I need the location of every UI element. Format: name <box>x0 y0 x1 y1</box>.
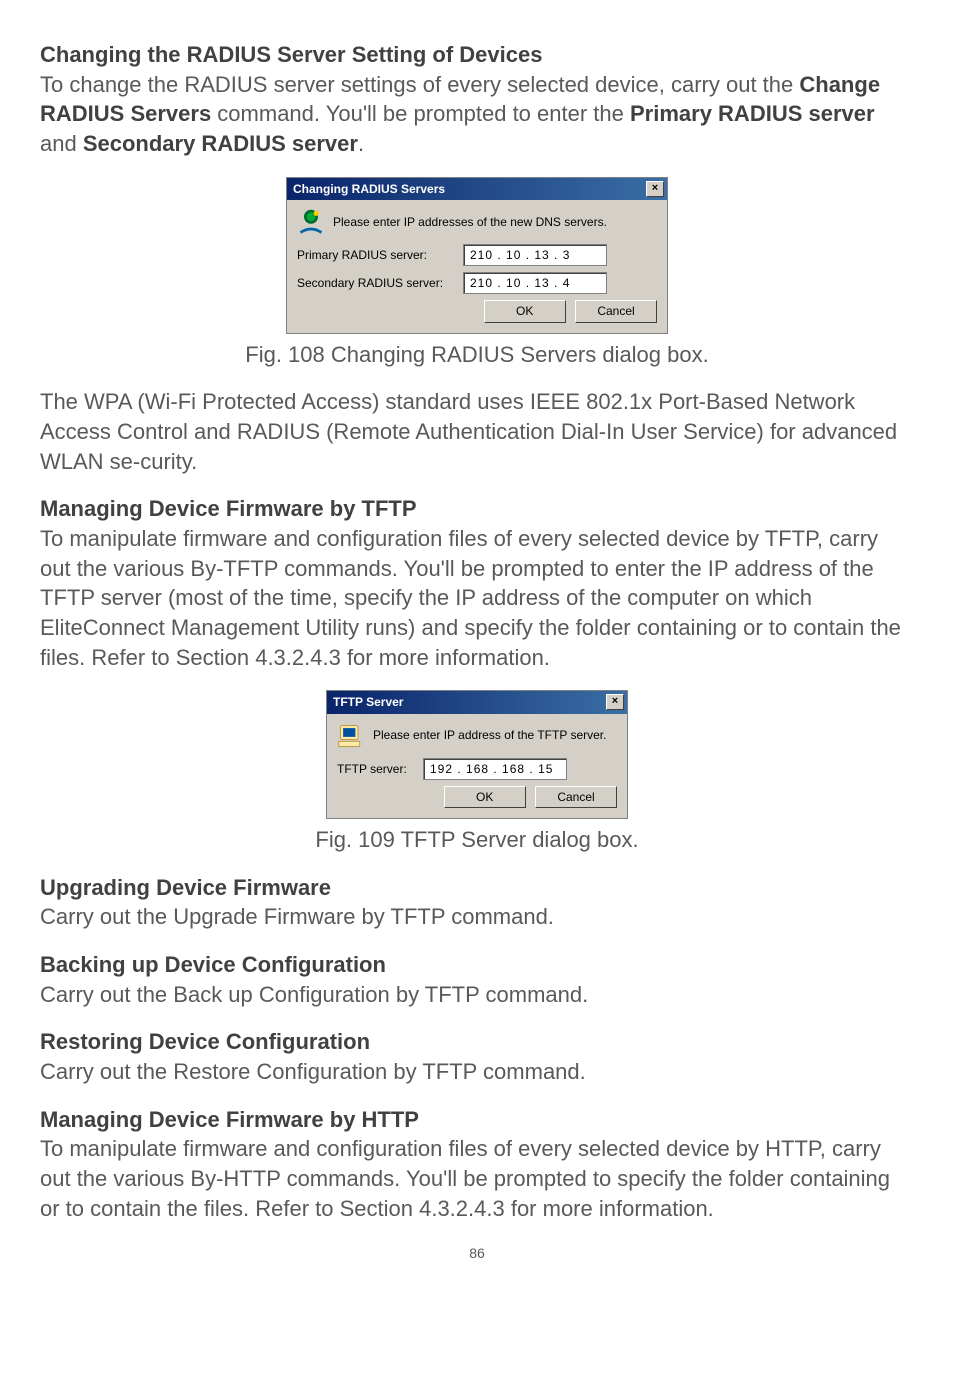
primary-radius-input[interactable]: 210 . 10 . 13 . 3 <box>463 244 607 266</box>
text: command. You'll be prompted to enter the <box>211 101 630 126</box>
secondary-radius-label: Secondary RADIUS server: <box>297 275 463 291</box>
heading-radius: Changing the RADIUS Server Setting of De… <box>40 40 914 70</box>
dialog-prompt-row: Please enter IP address of the TFTP serv… <box>337 722 617 750</box>
cancel-button[interactable]: Cancel <box>575 300 657 322</box>
heading-tftp: Managing Device Firmware by TFTP <box>40 494 914 524</box>
paragraph-http: To manipulate firmware and configuration… <box>40 1134 914 1223</box>
tftp-server-label: TFTP server: <box>337 761 423 777</box>
primary-row: Primary RADIUS server: 210 . 10 . 13 . 3 <box>297 244 657 266</box>
heading-http: Managing Device Firmware by HTTP <box>40 1105 914 1135</box>
dialog-prompt: Please enter IP address of the TFTP serv… <box>373 727 606 743</box>
text: and <box>40 131 83 156</box>
heading-backup: Backing up Device Configuration <box>40 950 914 980</box>
bold-text: Secondary RADIUS server <box>83 131 358 156</box>
text: . <box>358 131 364 156</box>
secondary-radius-input[interactable]: 210 . 10 . 13 . 4 <box>463 272 607 294</box>
figure-caption-109: Fig. 109 TFTP Server dialog box. <box>40 825 914 855</box>
paragraph-upgrade: Carry out the Upgrade Firmware by TFTP c… <box>40 902 914 932</box>
paragraph-restore: Carry out the Restore Configuration by T… <box>40 1057 914 1087</box>
computer-icon <box>337 722 365 750</box>
ok-button[interactable]: OK <box>484 300 566 322</box>
primary-radius-label: Primary RADIUS server: <box>297 247 463 263</box>
dialog-tftp: TFTP Server × Please enter IP address of… <box>326 690 628 819</box>
tftp-row: TFTP server: 192 . 168 . 168 . 15 <box>337 758 617 780</box>
dialog-body: Please enter IP addresses of the new DNS… <box>287 200 667 333</box>
heading-upgrade: Upgrading Device Firmware <box>40 873 914 903</box>
bold-text: Primary RADIUS server <box>630 101 875 126</box>
dialog-buttons: OK Cancel <box>297 300 657 322</box>
dialog-prompt: Please enter IP addresses of the new DNS… <box>333 214 607 230</box>
page-number: 86 <box>40 1244 914 1263</box>
dialog-radius: Changing RADIUS Servers × Please enter I… <box>286 177 668 334</box>
dialog-title: TFTP Server <box>333 694 403 710</box>
network-icon <box>297 208 325 236</box>
close-icon[interactable]: × <box>646 181 664 197</box>
dialog-titlebar: Changing RADIUS Servers × <box>287 178 667 200</box>
ok-button[interactable]: OK <box>444 786 526 808</box>
paragraph-backup: Carry out the Back up Configuration by T… <box>40 980 914 1010</box>
text: To change the RADIUS server settings of … <box>40 72 799 97</box>
dialog-prompt-row: Please enter IP addresses of the new DNS… <box>297 208 657 236</box>
figure-caption-108: Fig. 108 Changing RADIUS Servers dialog … <box>40 340 914 370</box>
secondary-row: Secondary RADIUS server: 210 . 10 . 13 .… <box>297 272 657 294</box>
paragraph-tftp: To manipulate firmware and configuration… <box>40 524 914 672</box>
paragraph-wpa: The WPA (Wi-Fi Protected Access) standar… <box>40 387 914 476</box>
dialog-body: Please enter IP address of the TFTP serv… <box>327 714 627 818</box>
heading-restore: Restoring Device Configuration <box>40 1027 914 1057</box>
tftp-server-input[interactable]: 192 . 168 . 168 . 15 <box>423 758 567 780</box>
dialog-title: Changing RADIUS Servers <box>293 181 445 197</box>
dialog-titlebar: TFTP Server × <box>327 691 627 713</box>
dialog-buttons: OK Cancel <box>337 786 617 808</box>
cancel-button[interactable]: Cancel <box>535 786 617 808</box>
close-icon[interactable]: × <box>606 694 624 710</box>
paragraph-radius: To change the RADIUS server settings of … <box>40 70 914 159</box>
